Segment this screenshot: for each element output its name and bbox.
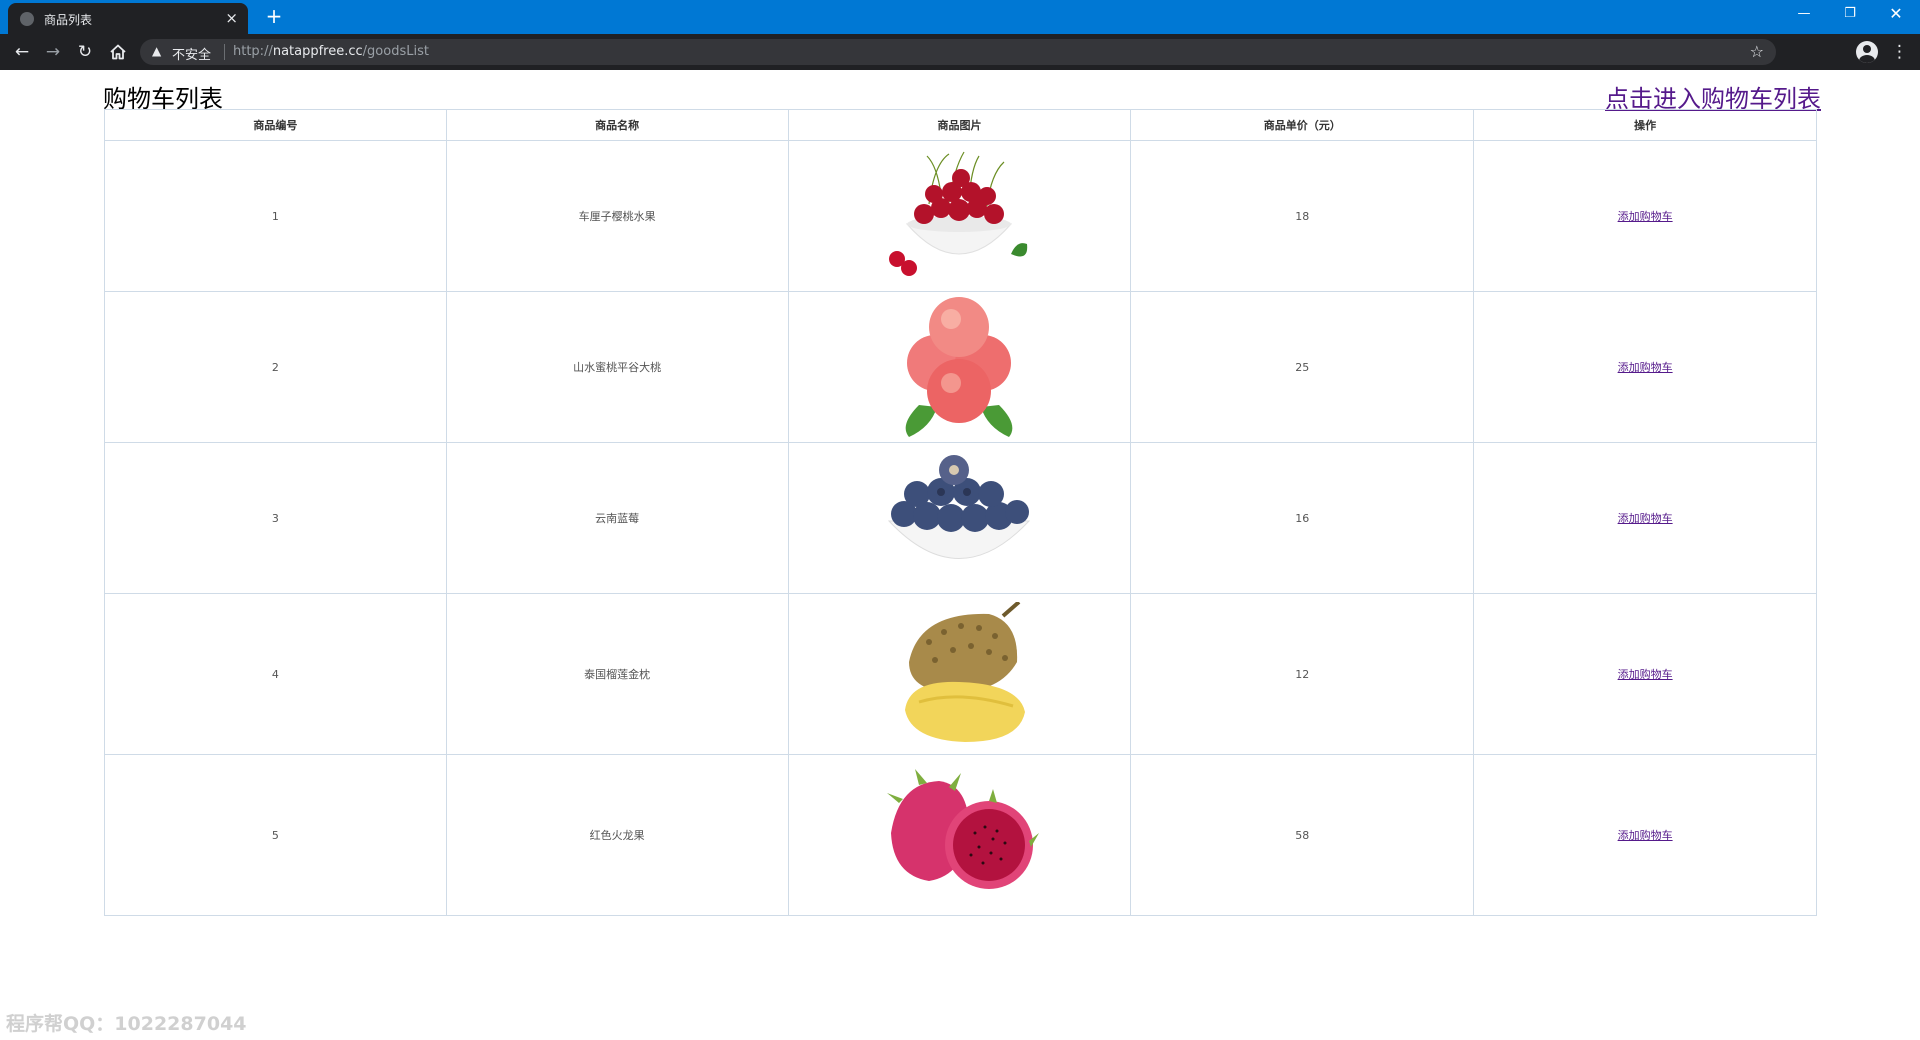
close-tab-icon[interactable]: × xyxy=(225,9,238,27)
window-restore-button[interactable]: ❐ xyxy=(1827,0,1873,30)
goods-table: 商品编号 商品名称 商品图片 商品单价（元） 操作 1 车厘子樱桃水果 18 添… xyxy=(104,109,1817,916)
url-host: natappfree.cc xyxy=(272,44,363,59)
add-to-cart-link[interactable]: 添加购物车 xyxy=(1618,829,1673,842)
new-tab-button[interactable]: + xyxy=(262,4,286,28)
address-bar[interactable]: ▲ 不安全 http://natappfree.cc/goodsList ☆ xyxy=(140,39,1776,65)
insecure-label: 不安全 xyxy=(172,48,212,63)
goods-image-cell xyxy=(787,140,1132,292)
blueberries-image xyxy=(888,454,1031,559)
browser-tab[interactable]: 商品列表 × xyxy=(8,3,248,34)
browser-toolbar: ← → ↻ ▲ 不安全 http://natappfree.cc/goodsLi… xyxy=(0,34,1920,70)
goods-id: 1 xyxy=(104,140,447,292)
header-action: 操作 xyxy=(1473,109,1817,141)
omnibox-divider xyxy=(224,44,225,60)
goods-name: 云南蓝莓 xyxy=(445,442,789,594)
watermark-text: 程序帮QQ：1022287044 xyxy=(6,1013,247,1035)
url-text: http://natappfree.cc/goodsList xyxy=(233,44,429,59)
goods-image-cell xyxy=(787,291,1132,443)
add-to-cart-link[interactable]: 添加购物车 xyxy=(1618,210,1673,223)
more-menu-icon[interactable]: ⋮ xyxy=(1891,40,1908,64)
globe-icon xyxy=(20,12,34,26)
goods-price: 12 xyxy=(1130,593,1475,755)
table-row: 2 山水蜜桃平谷大桃 25 添加购物车 xyxy=(104,291,1817,443)
peaches-image xyxy=(906,296,1013,437)
add-to-cart-link[interactable]: 添加购物车 xyxy=(1618,668,1673,681)
goods-name: 红色火龙果 xyxy=(445,754,789,916)
table-row: 4 泰国榴莲金枕 12 添加购物车 xyxy=(104,593,1817,755)
goods-id: 3 xyxy=(104,442,447,594)
durian-image xyxy=(905,601,1026,742)
header-image: 商品图片 xyxy=(787,109,1132,141)
profile-avatar-icon[interactable] xyxy=(1856,41,1878,63)
goods-price: 25 xyxy=(1130,291,1475,443)
goods-action-cell: 添加购物车 xyxy=(1473,754,1817,916)
goods-name: 车厘子樱桃水果 xyxy=(445,140,789,292)
add-to-cart-link[interactable]: 添加购物车 xyxy=(1618,512,1673,525)
reload-icon[interactable]: ↻ xyxy=(73,40,97,64)
table-row: 3 云南蓝莓 16 添加购物车 xyxy=(104,442,1817,594)
browser-titlebar: 商品列表 × + — ❐ ✕ xyxy=(0,0,1920,34)
warning-icon: ▲ xyxy=(152,44,162,58)
header-id: 商品编号 xyxy=(104,109,447,141)
goods-id: 5 xyxy=(104,754,447,916)
goods-name: 泰国榴莲金枕 xyxy=(445,593,789,755)
goods-name: 山水蜜桃平谷大桃 xyxy=(445,291,789,443)
goods-id: 2 xyxy=(104,291,447,443)
cherries-image xyxy=(889,151,1028,276)
add-to-cart-link[interactable]: 添加购物车 xyxy=(1618,361,1673,374)
url-path: /goodsList xyxy=(362,44,429,59)
header-name: 商品名称 xyxy=(445,109,789,141)
url-prefix: http:// xyxy=(233,44,273,59)
goods-action-cell: 添加购物车 xyxy=(1473,593,1817,755)
table-row: 5 红色火龙果 58 添加购物车 xyxy=(104,754,1817,916)
window-close-button[interactable]: ✕ xyxy=(1873,0,1919,30)
goods-price: 16 xyxy=(1130,442,1475,594)
header-price: 商品单价（元） xyxy=(1130,109,1475,141)
tab-title: 商品列表 xyxy=(44,13,93,27)
goods-price: 58 xyxy=(1130,754,1475,916)
dragon-fruit-image xyxy=(887,768,1040,889)
goods-action-cell: 添加购物车 xyxy=(1473,442,1817,594)
goods-action-cell: 添加购物车 xyxy=(1473,291,1817,443)
goods-image-cell xyxy=(787,754,1132,916)
back-icon[interactable]: ← xyxy=(10,40,34,64)
bookmark-star-icon[interactable]: ☆ xyxy=(1750,42,1764,61)
goods-image-cell xyxy=(787,593,1132,755)
forward-icon[interactable]: → xyxy=(41,40,65,64)
goods-id: 4 xyxy=(104,593,447,755)
table-row: 1 车厘子樱桃水果 18 添加购物车 xyxy=(104,140,1817,292)
goods-action-cell: 添加购物车 xyxy=(1473,140,1817,292)
table-header-row: 商品编号 商品名称 商品图片 商品单价（元） 操作 xyxy=(104,109,1817,141)
window-minimize-button[interactable]: — xyxy=(1781,0,1827,30)
home-icon[interactable] xyxy=(106,40,130,64)
goods-price: 18 xyxy=(1130,140,1475,292)
goods-image-cell xyxy=(787,442,1132,594)
